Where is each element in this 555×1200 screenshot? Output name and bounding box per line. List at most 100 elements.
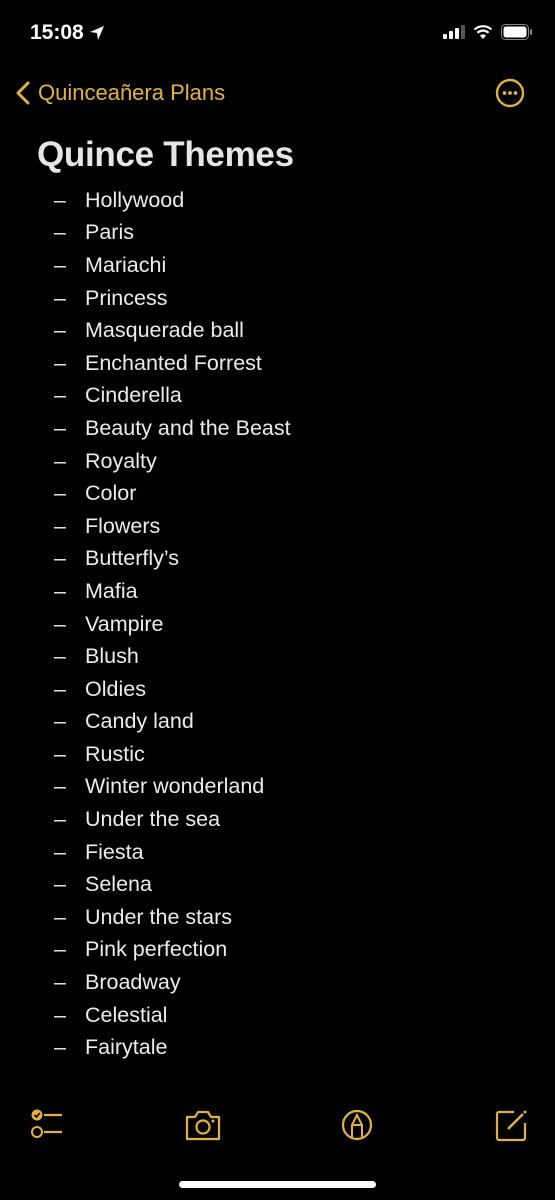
nav-bar: Quinceañera Plans	[0, 72, 555, 118]
dash-bullet: –	[54, 220, 66, 245]
checklist-icon[interactable]	[28, 1105, 68, 1145]
list-item-text: Rustic	[85, 741, 145, 766]
dash-bullet: –	[54, 839, 66, 864]
list-item-text: Masquerade ball	[85, 318, 244, 343]
list-item-text: Pink perfection	[85, 937, 228, 962]
list-item[interactable]: – Pink perfection	[0, 934, 291, 967]
list-item-text: Selena	[85, 872, 152, 897]
dash-bullet: –	[54, 513, 66, 538]
list-item-text: Color	[85, 481, 137, 506]
dash-bullet: –	[54, 448, 66, 473]
dash-bullet: –	[54, 644, 66, 669]
dash-bullet: –	[54, 1035, 66, 1060]
time-text: 15:08	[30, 21, 84, 44]
back-button[interactable]: Quinceañera Plans	[16, 80, 225, 106]
list-item-text: Under the sea	[85, 807, 221, 832]
list-item-text: Broadway	[85, 970, 181, 995]
back-label: Quinceañera Plans	[38, 80, 226, 105]
note-title[interactable]: Quince Themes	[37, 135, 294, 175]
list-item[interactable]: – Candy land	[0, 706, 291, 739]
list-item[interactable]: – Under the sea	[0, 803, 291, 836]
list-item[interactable]: – Celestial	[0, 999, 291, 1032]
list-item[interactable]: – Royalty	[0, 445, 291, 478]
dash-bullet: –	[54, 807, 66, 832]
camera-icon[interactable]	[183, 1105, 223, 1145]
list-item[interactable]: – Flowers	[0, 510, 291, 543]
dash-bullet: –	[54, 872, 66, 897]
dash-bullet: –	[54, 318, 66, 343]
list-item-text: Winter wonderland	[85, 774, 265, 799]
dash-bullet: –	[54, 546, 66, 571]
list-item-text: Enchanted Forrest	[85, 350, 262, 375]
list-item-text: Mariachi	[85, 252, 167, 277]
dash-bullet: –	[54, 611, 66, 636]
list-item-text: Paris	[85, 220, 134, 245]
list-item[interactable]: – Enchanted Forrest	[0, 347, 291, 380]
dash-bullet: –	[54, 187, 66, 212]
chevron-left-icon	[16, 81, 30, 105]
markup-pen-icon[interactable]	[337, 1105, 377, 1145]
home-indicator[interactable]	[179, 1181, 376, 1188]
list-item-text: Oldies	[85, 676, 146, 701]
list-item[interactable]: – Cinderella	[0, 380, 291, 413]
list-item[interactable]: – Mariachi	[0, 249, 291, 282]
list-item-text: Cinderella	[85, 383, 182, 408]
list-item[interactable]: – Hollywood	[0, 184, 291, 217]
list-item[interactable]: – Mafia	[0, 575, 291, 608]
dash-bullet: –	[54, 415, 66, 440]
dash-bullet: –	[54, 741, 66, 766]
list-item[interactable]: – Vampire	[0, 608, 291, 641]
bottom-toolbar	[0, 1105, 555, 1145]
dash-bullet: –	[54, 383, 66, 408]
compose-icon[interactable]	[492, 1105, 532, 1145]
dash-bullet: –	[54, 970, 66, 995]
dash-bullet: –	[54, 285, 66, 310]
list-item-text: Hollywood	[85, 187, 185, 212]
ellipsis-circle-icon[interactable]	[495, 78, 525, 108]
list-item-text: Fiesta	[85, 839, 144, 864]
list-item-text: Royalty	[85, 448, 157, 473]
list-item-text: Flowers	[85, 513, 161, 538]
list-item[interactable]: – Paris	[0, 217, 291, 250]
list-item[interactable]: – Selena	[0, 868, 291, 901]
list-item[interactable]: – Color	[0, 477, 291, 510]
dash-bullet: –	[54, 676, 66, 701]
list-item-text: Butterfly’s	[85, 546, 179, 571]
list-item[interactable]: – Broadway	[0, 966, 291, 999]
dash-bullet: –	[54, 252, 66, 277]
list-item[interactable]: – Fiesta	[0, 836, 291, 869]
dash-bullet: –	[54, 774, 66, 799]
dash-bullet: –	[54, 578, 66, 603]
dash-bullet: –	[54, 481, 66, 506]
dash-bullet: –	[54, 1002, 66, 1027]
status-icons	[443, 24, 533, 40]
status-bar: 15:08	[0, 0, 555, 60]
dash-bullet: –	[54, 904, 66, 929]
list-item[interactable]: – Oldies	[0, 673, 291, 706]
list-item-text: Celestial	[85, 1002, 168, 1027]
list-item[interactable]: – Beauty and the Beast	[0, 412, 291, 445]
theme-list[interactable]: – Hollywood – Paris – Mariachi – Princess – Masqu…	[0, 184, 291, 1064]
list-item[interactable]: – Princess	[0, 282, 291, 315]
list-item[interactable]: – Masquerade ball	[0, 314, 291, 347]
wifi-icon	[473, 24, 493, 39]
dash-bullet: –	[54, 350, 66, 375]
list-item-text: Mafia	[85, 578, 138, 603]
list-item-text: Vampire	[85, 611, 164, 636]
list-item-text: Beauty and the Beast	[85, 415, 291, 440]
list-item-text: Fairytale	[85, 1035, 168, 1060]
status-time: 15:08	[30, 21, 105, 45]
dash-bullet: –	[54, 709, 66, 734]
list-item-text: Princess	[85, 285, 168, 310]
list-item[interactable]: – Under the stars	[0, 901, 291, 934]
list-item-text: Candy land	[85, 709, 194, 734]
location-arrow-icon	[89, 26, 104, 40]
list-item-text: Under the stars	[85, 904, 232, 929]
list-item[interactable]: – Butterfly’s	[0, 543, 291, 576]
dash-bullet: –	[54, 937, 66, 962]
list-item[interactable]: – Rustic	[0, 738, 291, 771]
list-item[interactable]: – Blush	[0, 640, 291, 673]
list-item[interactable]: – Fairytale	[0, 1031, 291, 1064]
list-item[interactable]: – Winter wonderland	[0, 771, 291, 804]
battery-icon	[501, 24, 532, 40]
